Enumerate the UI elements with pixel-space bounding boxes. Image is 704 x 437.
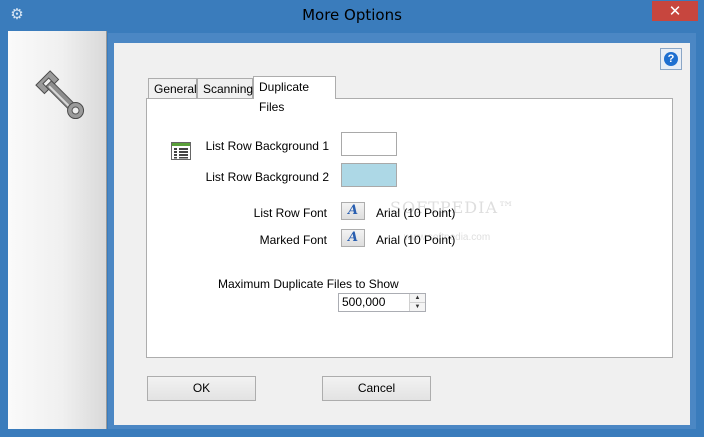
tab-scanning[interactable]: Scanning <box>197 78 253 98</box>
help-button[interactable]: ? <box>660 48 682 70</box>
tab-duplicate-files[interactable]: Duplicate Files <box>253 76 336 114</box>
close-button[interactable]: ✕ <box>652 1 698 21</box>
marked-font-value: Arial (10 Point) <box>376 233 456 247</box>
ok-button[interactable]: OK <box>147 376 256 401</box>
window-title: More Options <box>302 6 402 24</box>
title-bar: ⚙ More Options ✕ <box>0 0 704 31</box>
tab-general[interactable]: General <box>148 78 197 98</box>
tab-page-duplicate-files <box>146 98 673 358</box>
row-font-button[interactable]: A <box>341 202 365 220</box>
stepper-up-icon[interactable]: ▲ <box>410 294 425 303</box>
stepper-buttons: ▲ ▼ <box>409 294 425 311</box>
wrench-icon <box>35 70 85 120</box>
max-duplicates-label: Maximum Duplicate Files to Show <box>218 277 399 291</box>
list-grid-icon <box>171 142 191 160</box>
row-bg1-label: List Row Background 1 <box>205 139 329 153</box>
help-icon: ? <box>664 52 678 66</box>
marked-font-button[interactable]: A <box>341 229 365 247</box>
row-font-value: Arial (10 Point) <box>376 206 456 220</box>
cancel-button[interactable]: Cancel <box>322 376 431 401</box>
row-bg2-label: List Row Background 2 <box>205 170 329 184</box>
stepper-down-icon[interactable]: ▼ <box>410 303 425 311</box>
marked-font-label: Marked Font <box>259 233 327 247</box>
row-bg2-swatch[interactable] <box>341 163 397 187</box>
max-duplicates-value[interactable]: 500,000 <box>342 294 385 311</box>
row-bg1-swatch[interactable] <box>341 132 397 156</box>
max-duplicates-stepper[interactable]: 500,000 ▲ ▼ <box>338 293 426 312</box>
sidebar <box>8 31 107 429</box>
row-font-label: List Row Font <box>253 206 327 220</box>
